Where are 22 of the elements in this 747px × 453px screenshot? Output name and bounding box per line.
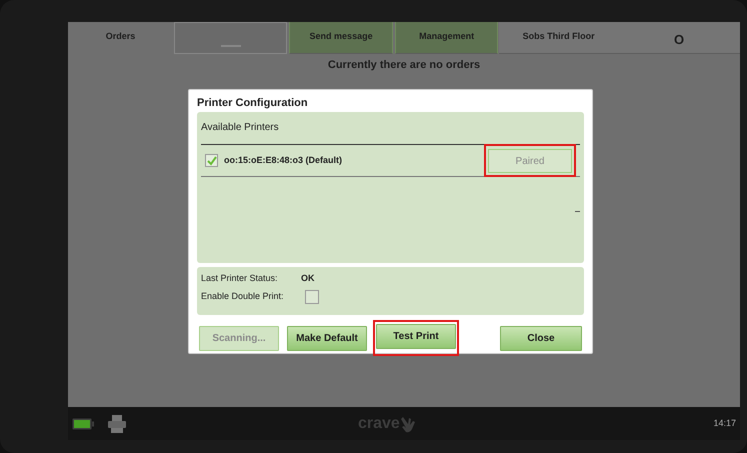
clock-time: 14:17 [713,416,736,430]
blank-tab[interactable] [174,22,288,54]
double-print-label: Enable Double Print: [201,290,285,304]
tab[interactable]: Sobs Third Floor [499,22,618,54]
printer-icon [107,414,127,434]
battery-icon [72,418,94,430]
dialog-button[interactable]: Test Print [376,324,456,349]
tab[interactable]: Send message [289,22,394,54]
scroll-indicator [575,211,580,212]
tab[interactable]: O [618,22,740,54]
no-orders-message: Currently there are no orders [326,58,482,73]
printer-checkbox[interactable] [205,154,218,167]
status-label: Last Printer Status: [201,272,279,286]
double-print-checkbox[interactable] [305,290,319,304]
dialog-button[interactable]: Close [500,326,582,351]
panel-heading: Available Printers [201,121,280,135]
hand-icon [400,415,416,433]
dialog-title: Printer Configuration [197,96,309,111]
status-value: OK [301,272,314,286]
dialog-button[interactable]: Make Default [287,326,367,351]
printer-name: oo:15:oE:E8:48:o3 (Default) [224,154,342,167]
tab[interactable]: Management [395,22,498,54]
